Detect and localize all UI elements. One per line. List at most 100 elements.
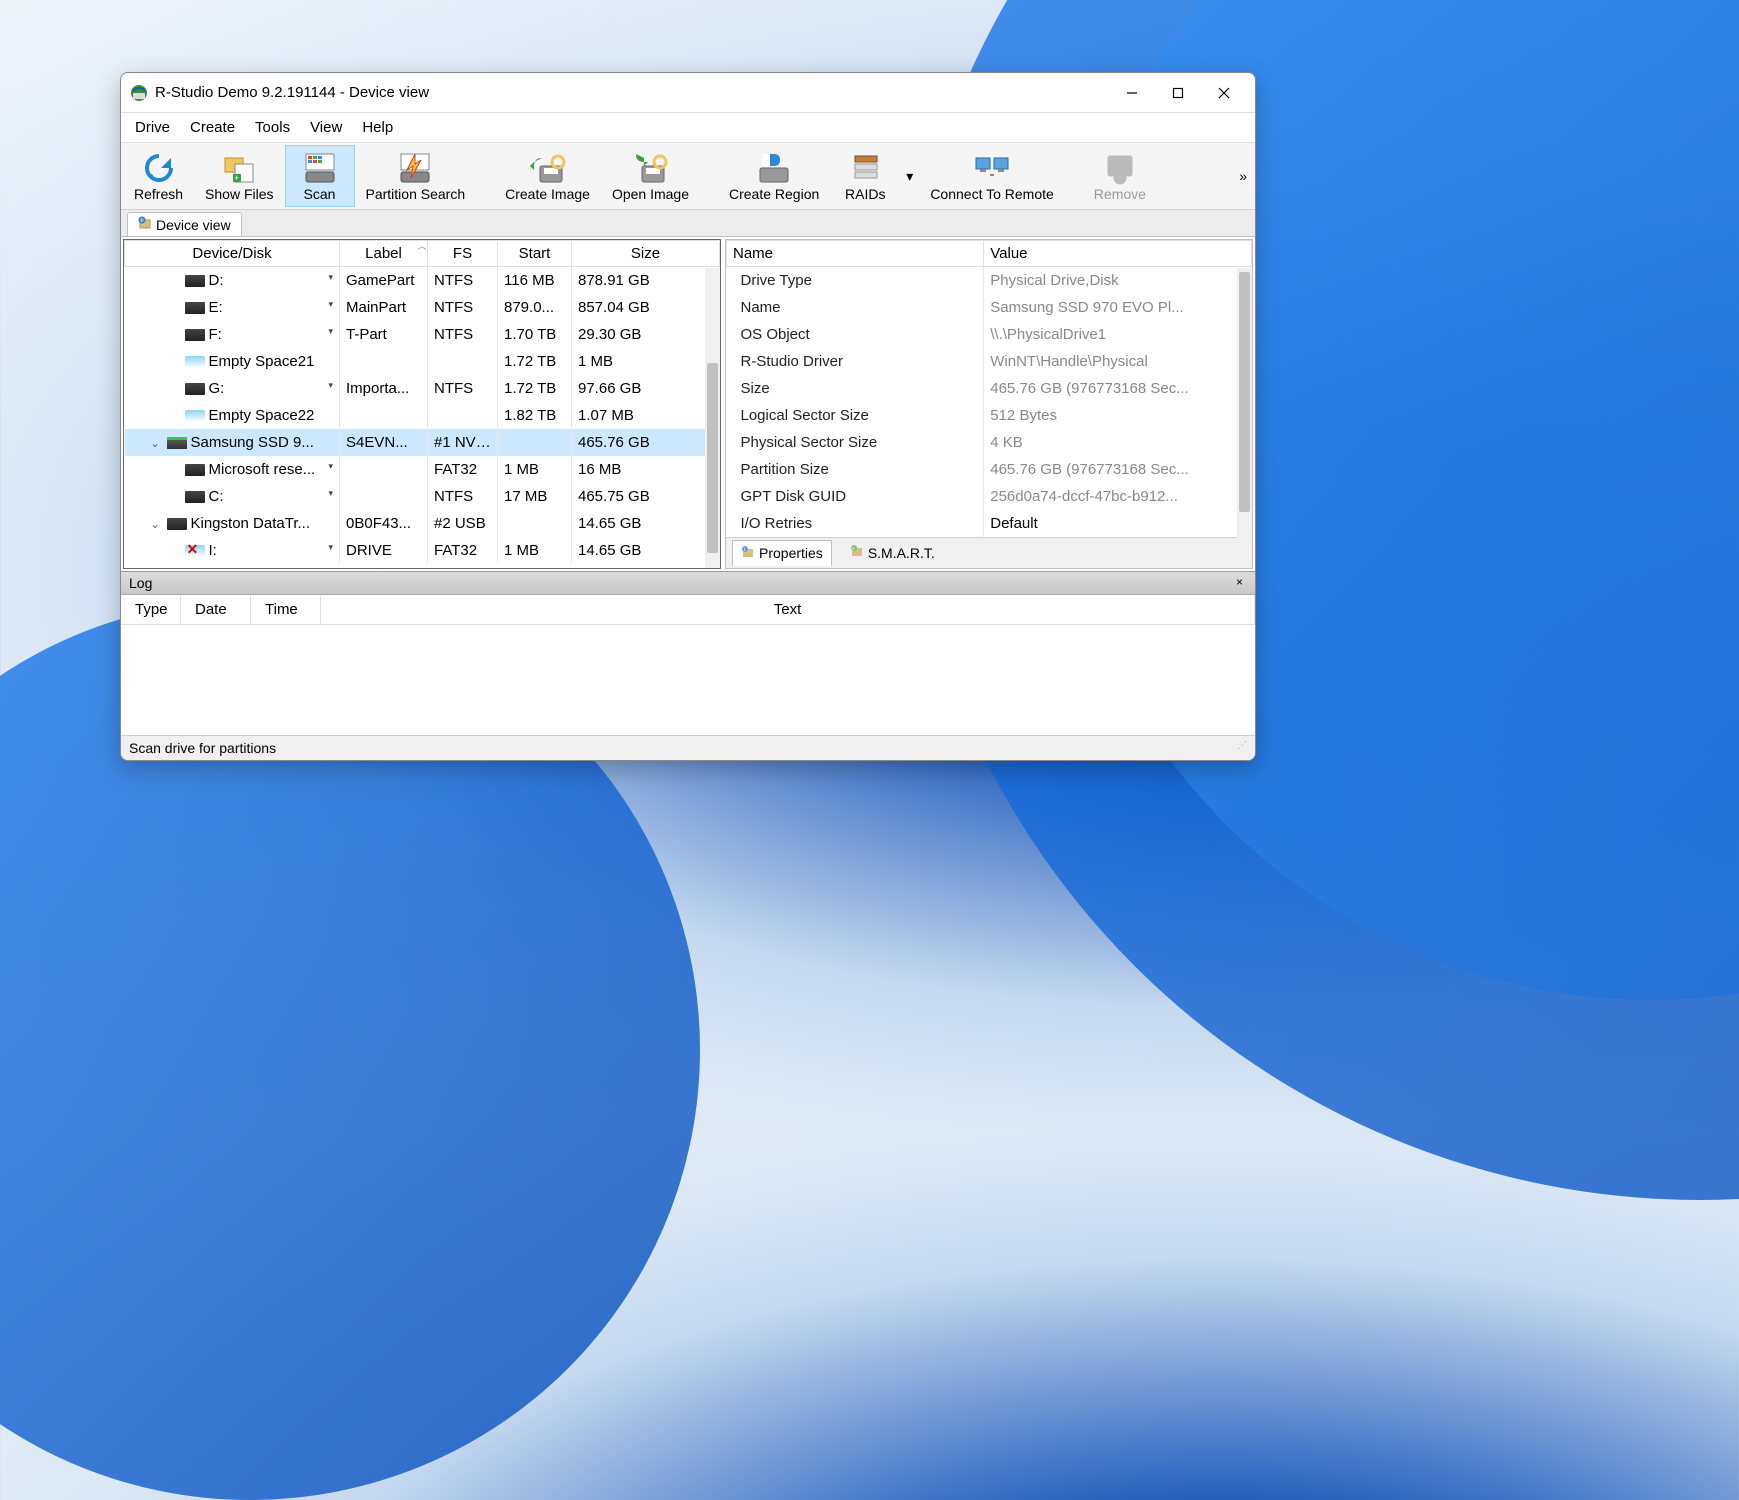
toolbar-label: Open Image (612, 186, 689, 202)
column-header[interactable]: Size (572, 241, 720, 267)
column-header[interactable]: FS (428, 241, 498, 267)
menubar: DriveCreateToolsViewHelp (121, 113, 1255, 143)
property-row[interactable]: NameSamsung SSD 970 EVO Pl... (727, 294, 1252, 321)
tab-device-view[interactable]: i Device view (127, 212, 242, 236)
menu-drive[interactable]: Drive (125, 115, 180, 140)
drive-icon (167, 437, 187, 449)
raids-icon (847, 150, 883, 186)
minimize-button[interactable] (1109, 73, 1155, 113)
scrollbar[interactable] (705, 268, 720, 568)
properties-pane: NameValue Drive TypePhysical Drive,DiskN… (725, 239, 1253, 569)
toolbar-overflow[interactable]: » (1233, 145, 1253, 207)
device-row[interactable]: E:▾MainPartNTFS879.0...857.04 GB (125, 294, 720, 321)
toolbar-create-image[interactable]: Create Image (494, 145, 601, 207)
toolbar-show-files[interactable]: +Show Files (194, 145, 284, 207)
createimage-icon (530, 150, 566, 186)
dropdown-icon[interactable]: ▾ (328, 299, 333, 310)
device-size: 16 MB (572, 456, 720, 483)
dropdown-icon[interactable]: ▾ (328, 488, 333, 499)
log-column-header[interactable]: Time (251, 595, 321, 624)
app-icon (129, 83, 149, 103)
toolbar-raids[interactable]: RAIDs (830, 145, 900, 207)
device-start (498, 429, 572, 456)
device-fs: NTFS (428, 375, 498, 402)
property-value[interactable]: Default▾ (984, 510, 1252, 537)
toolbar-connect-to-remote[interactable]: Connect To Remote (919, 145, 1064, 207)
property-value: WinNT\Handle\Physical (984, 348, 1252, 375)
device-row[interactable]: D:▾GamePartNTFS116 MB878.91 GB (125, 267, 720, 294)
dropdown-icon[interactable]: ▾ (328, 542, 333, 553)
titlebar[interactable]: R-Studio Demo 9.2.191144 - Device view (121, 73, 1255, 113)
column-header[interactable]: Value (984, 241, 1252, 267)
device-label: GamePart (340, 267, 428, 294)
column-header[interactable]: Label (340, 241, 428, 267)
dropdown-icon[interactable]: ▾ (328, 272, 333, 283)
device-row[interactable]: G:▾Importa...NTFS1.72 TB97.66 GB (125, 375, 720, 402)
device-row[interactable]: F:▾T-PartNTFS1.70 TB29.30 GB (125, 321, 720, 348)
property-row[interactable]: Partition Size465.76 GB (976773168 Sec..… (727, 456, 1252, 483)
menu-tools[interactable]: Tools (245, 115, 300, 140)
toolbar-refresh[interactable]: Refresh (123, 145, 194, 207)
scrollbar[interactable] (1237, 268, 1252, 568)
tab-smart[interactable]: sS.M.A.R.T. (842, 540, 943, 566)
toolbar-partition-search[interactable]: Partition Search (355, 145, 477, 207)
property-row[interactable]: Logical Sector Size512 Bytes (727, 402, 1252, 429)
menu-view[interactable]: View (300, 115, 352, 140)
property-row[interactable]: I/O RetriesDefault▾ (727, 510, 1252, 537)
device-row[interactable]: Empty Space211.72 TB1 MB (125, 348, 720, 375)
expand-toggle[interactable]: ⌄ (151, 437, 163, 450)
tab-label: S.M.A.R.T. (868, 545, 935, 561)
log-column-header[interactable]: Type (121, 595, 181, 624)
property-row[interactable]: OS Object\\.\PhysicalDrive1 (727, 321, 1252, 348)
device-name: Empty Space22 (209, 407, 315, 424)
property-row[interactable]: Physical Sector Size4 KB (727, 429, 1252, 456)
device-row[interactable]: C:▾NTFS17 MB465.75 GB (125, 483, 720, 510)
property-row[interactable]: Drive TypePhysical Drive,Disk (727, 267, 1252, 294)
property-row[interactable]: Size465.76 GB (976773168 Sec... (727, 375, 1252, 402)
property-value: Physical Drive,Disk (984, 267, 1252, 294)
dropdown-icon[interactable]: ▾ (328, 380, 333, 391)
log-column-header[interactable]: Date (181, 595, 251, 624)
column-header[interactable]: Start (498, 241, 572, 267)
close-button[interactable] (1201, 73, 1247, 113)
property-row[interactable]: GPT Disk GUID256d0a74-dccf-47bc-b912... (727, 483, 1252, 510)
device-row[interactable]: ⌄Kingston DataTr...0B0F43...#2 USB14.65 … (125, 510, 720, 537)
tab-properties[interactable]: iProperties (732, 540, 832, 566)
maximize-button[interactable] (1155, 73, 1201, 113)
property-row[interactable]: R-Studio DriverWinNT\Handle\Physical (727, 348, 1252, 375)
drive-icon (185, 275, 205, 287)
toolbar-create-region[interactable]: Create Region (718, 145, 830, 207)
device-row[interactable]: Empty Space221.82 TB1.07 MB (125, 402, 720, 429)
toolbar-scan[interactable]: Scan (285, 145, 355, 207)
toolbar-remove: Remove (1083, 145, 1157, 207)
device-table[interactable]: Device/DiskLabelFSStartSize D:▾GamePartN… (124, 240, 720, 564)
openimage-icon (632, 150, 668, 186)
resize-grip-icon[interactable]: ⋰ (1237, 740, 1247, 756)
expand-toggle[interactable]: ⌄ (151, 518, 163, 531)
device-row[interactable]: Microsoft rese...▾FAT321 MB16 MB (125, 456, 720, 483)
device-name: I: (209, 542, 217, 559)
log-column-header[interactable]: Text (321, 595, 1255, 624)
svg-text:i: i (141, 218, 142, 224)
column-header[interactable]: Name (727, 241, 984, 267)
device-start: 1 MB (498, 537, 572, 564)
drive-icon (185, 545, 205, 557)
device-row[interactable]: I:▾DRIVEFAT321 MB14.65 GB (125, 537, 720, 564)
toolbar-dropdown-arrow[interactable]: ▾ (900, 145, 919, 207)
column-header[interactable]: Device/Disk (125, 241, 340, 267)
properties-tabstrip: iProperties sS.M.A.R.T. (726, 537, 1252, 568)
log-close-button[interactable]: × (1232, 575, 1247, 591)
properties-table[interactable]: NameValue Drive TypePhysical Drive,DiskN… (726, 240, 1252, 537)
menu-help[interactable]: Help (352, 115, 403, 140)
log-header: Log × (121, 572, 1255, 595)
drive-icon (185, 410, 205, 422)
device-row[interactable]: ⌄Samsung SSD 9...S4EVN...#1 NVME, SSD465… (125, 429, 720, 456)
menu-create[interactable]: Create (180, 115, 245, 140)
device-label: S4EVN... (340, 429, 428, 456)
device-fs: FAT32 (428, 456, 498, 483)
dropdown-icon[interactable]: ▾ (328, 461, 333, 472)
device-name: Empty Space21 (209, 353, 315, 370)
toolbar-open-image[interactable]: Open Image (601, 145, 700, 207)
dropdown-icon[interactable]: ▾ (328, 326, 333, 337)
toolbar-label: Create Region (729, 186, 819, 202)
